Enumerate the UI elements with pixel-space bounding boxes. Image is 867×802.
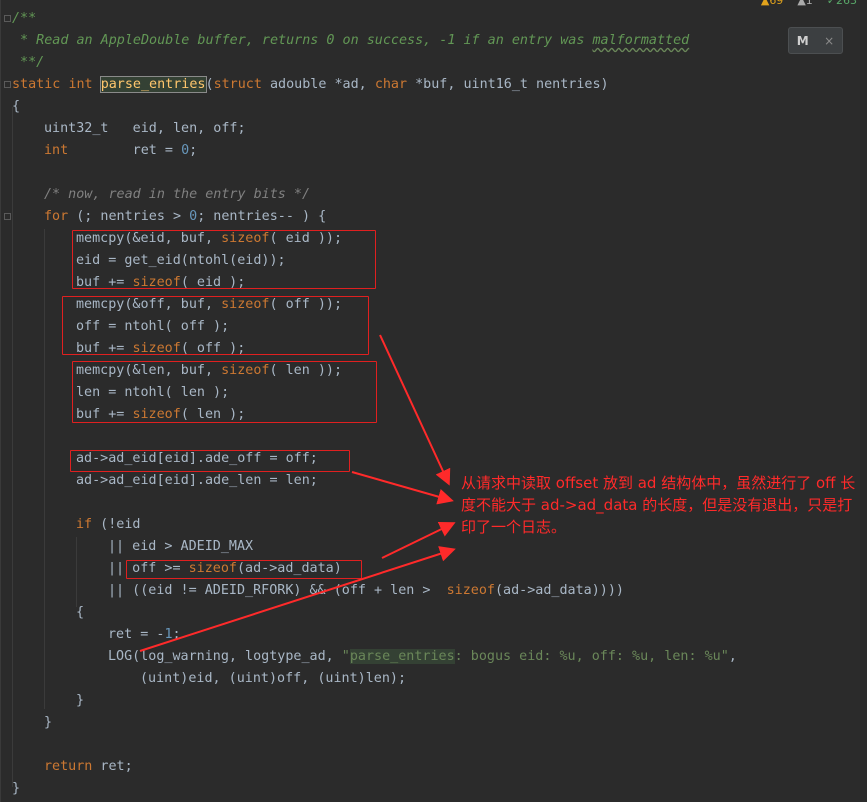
- annotation-note: 从请求中读取 offset 放到 ad 结构体中，虽然进行了 off 长度不能大…: [461, 474, 856, 536]
- code-editor[interactable]: ▲69 ▲1 ✓263 M × /** * Read an AppleDoubl…: [0, 0, 867, 802]
- annotation-arrows: [139, 334, 456, 652]
- arrow-from-off-read: [379, 334, 451, 486]
- arrow-from-ade-off: [351, 471, 454, 505]
- arrow-from-log: [139, 546, 456, 652]
